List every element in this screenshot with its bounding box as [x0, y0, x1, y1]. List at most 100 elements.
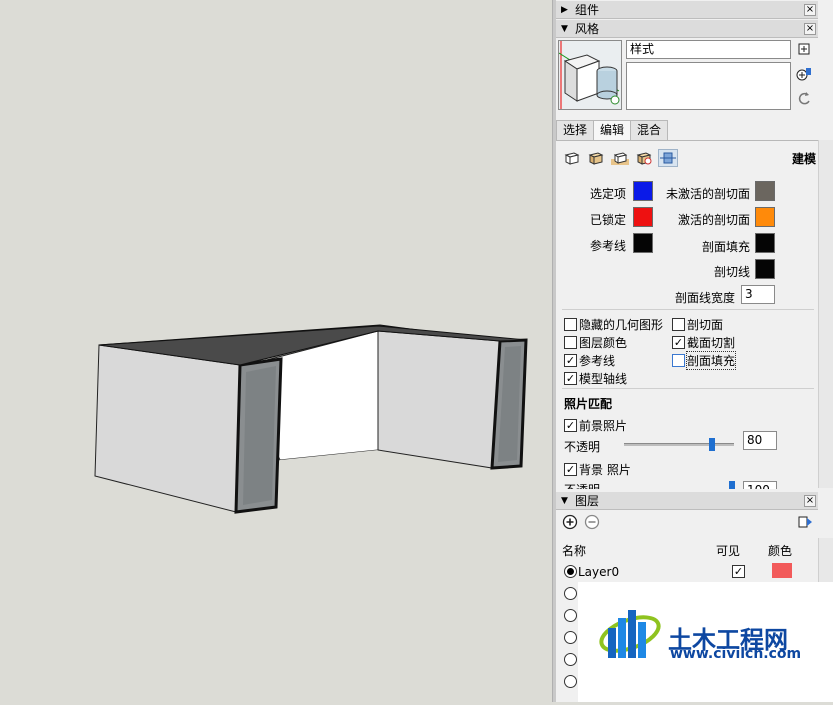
checkbox-label: 截面切割 — [687, 336, 736, 350]
face-settings-icon[interactable] — [586, 149, 606, 167]
checkbox-box[interactable]: ✓ — [564, 372, 577, 385]
checkbox-box[interactable] — [672, 354, 685, 367]
checkbox-label: 剖切面 — [687, 318, 724, 332]
column-color-header[interactable]: 颜色 — [768, 542, 792, 559]
layer-visible-checkbox[interactable]: ✓ — [732, 565, 745, 578]
triangle-icon[interactable]: ▼ — [561, 496, 571, 506]
section-fill-checkbox[interactable]: 剖面填充 — [672, 351, 737, 370]
style-tabs: 选择 编辑 混合 — [556, 120, 669, 141]
hidden-geometry-checkbox[interactable]: 隐藏的几何图形 — [564, 316, 663, 333]
foreground-opacity-input[interactable]: 80 — [743, 431, 777, 450]
watermark-url: www.civilcn.com — [670, 646, 802, 662]
edge-settings-icon[interactable] — [562, 149, 582, 167]
checkbox-box[interactable] — [564, 318, 577, 331]
section-line-width-input[interactable]: 3 — [741, 285, 775, 304]
active-layer-radio[interactable] — [564, 653, 577, 666]
components-tray-header[interactable]: ▶ 组件 × — [556, 1, 818, 19]
selected-color-swatch[interactable] — [633, 181, 653, 201]
styles-tray-header[interactable]: ▼ 风格 × — [556, 20, 818, 38]
guides-checkbox[interactable]: ✓ 参考线 — [564, 352, 615, 369]
create-style-icon[interactable] — [796, 66, 812, 82]
section-line-width-label: 剖面线宽度 — [675, 291, 736, 305]
components-tray-title: 组件 — [575, 3, 600, 17]
active-layer-radio[interactable] — [564, 565, 577, 578]
checkbox-label: 图层颜色 — [579, 336, 628, 350]
layer-colors-checkbox[interactable]: 图层颜色 — [564, 334, 627, 351]
tab-edit[interactable]: 编辑 — [593, 120, 632, 141]
checkbox-label: 前景照片 — [579, 419, 628, 433]
style-thumbnail — [558, 40, 622, 110]
checkbox-box[interactable] — [672, 318, 685, 331]
layer-color-swatch[interactable] — [772, 563, 792, 578]
close-icon[interactable]: × — [804, 4, 816, 16]
style-description-input[interactable] — [626, 62, 791, 110]
watermark-settings-icon[interactable] — [634, 149, 654, 167]
slider-thumb[interactable] — [729, 481, 735, 489]
refresh-icon[interactable] — [796, 90, 812, 106]
selected-color-label: 选定项 — [590, 187, 627, 201]
modeling-settings-icon[interactable] — [658, 149, 678, 167]
style-name-input[interactable]: 样式 — [626, 40, 791, 59]
triangle-icon[interactable]: ▶ — [561, 5, 571, 15]
edit-category-icons — [562, 149, 678, 167]
tab-mix[interactable]: 混合 — [630, 120, 669, 140]
triangle-icon[interactable]: ▼ — [561, 24, 571, 34]
column-visible-header[interactable]: 可见 — [716, 542, 740, 559]
styles-tray-title: 风格 — [575, 22, 600, 36]
column-name-header[interactable]: 名称 — [562, 542, 586, 559]
checkbox-label: 隐藏的几何图形 — [579, 318, 664, 332]
section-line-color-label: 剖切线 — [714, 265, 751, 279]
section-fill-color-swatch[interactable] — [755, 233, 775, 253]
layer-name[interactable]: Layer0 — [578, 565, 619, 579]
locked-color-swatch[interactable] — [633, 207, 653, 227]
active-layer-radio[interactable] — [564, 609, 577, 622]
foreground-opacity-label: 不透明 — [564, 440, 601, 454]
inactive-section-color-swatch[interactable] — [755, 181, 775, 201]
checkbox-label: 背景 照片 — [579, 463, 631, 477]
details-arrow-icon[interactable] — [796, 42, 812, 58]
watermark-logo: 土木工程网 www.civilcn.com — [578, 582, 833, 702]
active-layer-radio[interactable] — [564, 587, 577, 600]
locked-color-label: 已锁定 — [590, 213, 627, 227]
photo-match-title: 照片匹配 — [564, 397, 613, 411]
checkbox-box[interactable]: ✓ — [564, 463, 577, 476]
checkbox-box[interactable]: ✓ — [672, 336, 685, 349]
active-layer-radio[interactable] — [564, 631, 577, 644]
slider-thumb[interactable] — [709, 438, 715, 451]
minus-circle-icon[interactable] — [584, 514, 600, 533]
inactive-section-color-label: 未激活的剖切面 — [666, 187, 751, 201]
checkbox-box[interactable] — [564, 336, 577, 349]
divider — [562, 388, 814, 389]
active-section-color-swatch[interactable] — [755, 207, 775, 227]
active-layer-radio[interactable] — [564, 675, 577, 688]
checkbox-box[interactable]: ✓ — [564, 354, 577, 367]
background-opacity-row: 不透明 100 — [556, 479, 818, 489]
checkbox-label: 参考线 — [579, 354, 616, 368]
close-icon[interactable]: × — [804, 495, 816, 507]
guides-color-label: 参考线 — [590, 239, 627, 253]
model-axes-checkbox[interactable]: ✓ 模型轴线 — [564, 370, 627, 387]
plus-circle-icon[interactable] — [562, 514, 578, 533]
checkbox-label: 剖面填充 — [685, 351, 737, 370]
foreground-photo-checkbox[interactable]: ✓ 前景照片 — [564, 417, 627, 434]
section-cuts-checkbox[interactable]: ✓ 截面切割 — [672, 334, 735, 351]
layers-tray-header[interactable]: ▼ 图层 × — [556, 492, 818, 510]
details-arrow-icon[interactable] — [798, 515, 814, 532]
checkbox-label: 模型轴线 — [579, 372, 628, 386]
section-planes-checkbox[interactable]: 剖切面 — [672, 316, 723, 333]
section-line-color-swatch[interactable] — [755, 259, 775, 279]
tab-select[interactable]: 选择 — [556, 120, 595, 140]
model-drawing — [94, 324, 528, 514]
styles-scrollbar[interactable] — [818, 140, 833, 488]
checkbox-box[interactable]: ✓ — [564, 419, 577, 432]
foreground-opacity-slider[interactable] — [624, 438, 734, 451]
divider — [562, 309, 814, 310]
close-icon[interactable]: × — [804, 23, 816, 35]
guides-color-swatch[interactable] — [633, 233, 653, 253]
background-settings-icon[interactable] — [610, 149, 630, 167]
background-opacity-input[interactable]: 100 — [743, 481, 777, 489]
background-opacity-label: 不透明 — [564, 481, 600, 489]
model-viewport[interactable] — [0, 0, 552, 702]
background-photo-checkbox[interactable]: ✓ 背景 照片 — [564, 461, 631, 478]
layer-row[interactable]: Layer0 ✓ — [562, 562, 812, 582]
